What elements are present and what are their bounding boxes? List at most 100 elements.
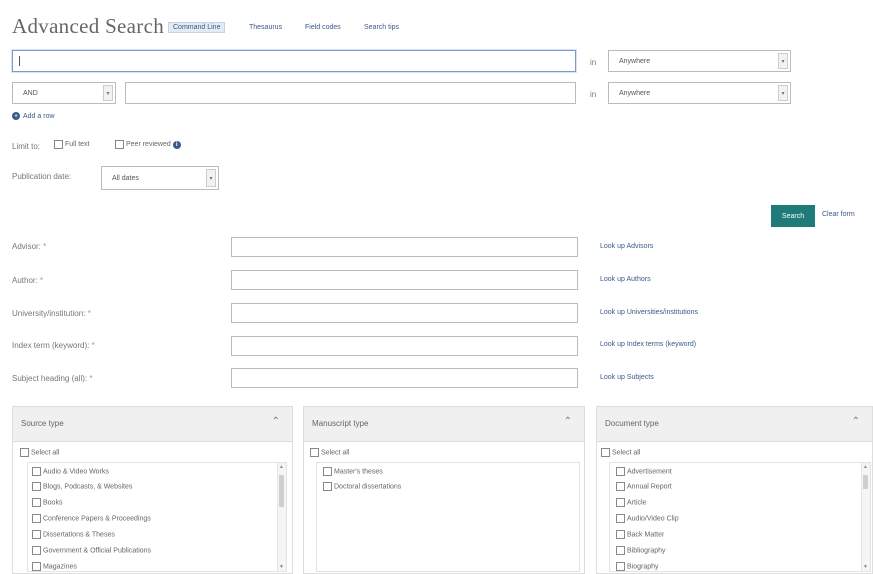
checkbox[interactable] — [616, 530, 625, 539]
document-type-list: Advertisement Annual Report Article Audi… — [609, 462, 871, 572]
manuscript-type-title: Manuscript type — [312, 419, 369, 428]
pubdate-select[interactable]: All dates ▾ — [101, 166, 219, 190]
list-item[interactable]: Biography — [616, 562, 659, 571]
chevron-up-icon[interactable]: ⌃ — [852, 416, 860, 427]
list-item[interactable]: Master's theses — [323, 467, 383, 476]
text-cursor — [19, 56, 20, 66]
list-item[interactable]: Bibliography — [616, 546, 666, 555]
list-item[interactable]: Doctoral dissertations — [323, 482, 401, 491]
source-select-all[interactable]: Select all — [20, 448, 59, 457]
peer-reviewed-option[interactable]: Peer reviewed i — [115, 140, 181, 149]
list-item[interactable]: Government & Official Publications — [32, 546, 151, 555]
scroll-up-icon[interactable]: ▲ — [279, 464, 284, 470]
checkbox[interactable] — [32, 546, 41, 555]
list-item[interactable]: Conference Papers & Proceedings — [32, 514, 151, 523]
checkbox[interactable] — [32, 562, 41, 571]
document-select-all[interactable]: Select all — [601, 448, 640, 457]
lookup-universities-link[interactable]: Look up Universities/institutions — [600, 309, 698, 316]
manuscript-type-list: Master's theses Doctoral dissertations — [316, 462, 580, 572]
checkbox[interactable] — [20, 448, 29, 457]
add-row-link[interactable]: + Add a row — [12, 112, 55, 120]
source-type-panel: Source type ⌃ Select all Audio & Video W… — [12, 406, 293, 574]
advisor-input[interactable] — [231, 237, 578, 257]
operator-select[interactable]: AND ▾ — [12, 82, 116, 104]
checkbox[interactable] — [601, 448, 610, 457]
list-item[interactable]: Annual Report — [616, 482, 672, 491]
chevron-down-icon: ▾ — [103, 85, 113, 101]
full-text-checkbox[interactable] — [54, 140, 63, 149]
author-input[interactable] — [231, 270, 578, 290]
chevron-down-icon: ▾ — [206, 169, 216, 187]
lookup-subjects-link[interactable]: Look up Subjects — [600, 374, 654, 381]
university-input[interactable] — [231, 303, 578, 323]
source-type-header[interactable]: Source type ⌃ — [13, 407, 292, 442]
checkbox[interactable] — [323, 482, 332, 491]
chevron-down-icon: ▾ — [778, 53, 788, 69]
checkbox[interactable] — [616, 514, 625, 523]
operator-value: AND — [23, 89, 38, 97]
chevron-up-icon[interactable]: ⌃ — [564, 416, 572, 427]
tab-field-codes[interactable]: Field codes — [305, 24, 341, 31]
source-type-title: Source type — [21, 419, 64, 428]
scrollbar-thumb[interactable] — [863, 475, 868, 489]
checkbox[interactable] — [32, 467, 41, 476]
search-input-2[interactable] — [125, 82, 576, 104]
list-item[interactable]: Back Matter — [616, 530, 664, 539]
checkbox[interactable] — [32, 514, 41, 523]
checkbox[interactable] — [323, 467, 332, 476]
list-item[interactable]: Dissertations & Theses — [32, 530, 115, 539]
list-item[interactable]: Advertisement — [616, 467, 672, 476]
list-item[interactable]: Audio & Video Works — [32, 467, 109, 476]
document-type-header[interactable]: Document type ⌃ — [597, 407, 872, 442]
checkbox[interactable] — [32, 498, 41, 507]
field-select-2[interactable]: Anywhere ▾ — [608, 82, 791, 104]
scroll-down-icon[interactable]: ▼ — [279, 564, 284, 570]
subject-heading-input[interactable] — [231, 368, 578, 388]
in-label-2: in — [590, 90, 597, 99]
lookup-index-terms-link[interactable]: Look up Index terms (keyword) — [600, 341, 696, 348]
field-select-value: Anywhere — [619, 89, 651, 97]
list-item[interactable]: Audio/Video Clip — [616, 514, 679, 523]
clear-form-link[interactable]: Clear form — [822, 211, 855, 218]
manuscript-type-panel: Manuscript type ⌃ Select all Master's th… — [303, 406, 585, 574]
checkbox[interactable] — [616, 467, 625, 476]
document-type-title: Document type — [605, 419, 659, 428]
full-text-option[interactable]: Full text — [54, 140, 90, 149]
add-row-label: Add a row — [23, 112, 55, 120]
peer-reviewed-label: Peer reviewed — [126, 141, 171, 148]
checkbox[interactable] — [310, 448, 319, 457]
chevron-up-icon[interactable]: ⌃ — [272, 416, 280, 427]
scroll-up-icon[interactable]: ▲ — [863, 464, 868, 470]
manuscript-select-all[interactable]: Select all — [310, 448, 349, 457]
peer-reviewed-checkbox[interactable] — [115, 140, 124, 149]
source-type-list: Audio & Video Works Blogs, Podcasts, & W… — [27, 462, 287, 572]
index-term-input[interactable] — [231, 336, 578, 356]
info-icon[interactable]: i — [172, 140, 181, 149]
scrollbar[interactable]: ▲ ▼ — [861, 463, 870, 571]
checkbox[interactable] — [616, 562, 625, 571]
index-term-label: Index term (keyword): * — [12, 341, 95, 350]
tab-thesaurus[interactable]: Thesaurus — [249, 24, 282, 31]
page-title: Advanced Search — [12, 14, 165, 38]
checkbox[interactable] — [616, 482, 625, 491]
checkbox[interactable] — [32, 482, 41, 491]
list-item[interactable]: Magazines — [32, 562, 77, 571]
tab-command-line[interactable]: Command Line — [168, 22, 226, 33]
scrollbar[interactable]: ▲ ▼ — [277, 463, 286, 571]
field-select-1[interactable]: Anywhere ▾ — [608, 50, 791, 72]
checkbox[interactable] — [616, 498, 625, 507]
manuscript-type-header[interactable]: Manuscript type ⌃ — [304, 407, 584, 442]
checkbox[interactable] — [616, 546, 625, 555]
lookup-authors-link[interactable]: Look up Authors — [600, 276, 651, 283]
list-item[interactable]: Blogs, Podcasts, & Websites — [32, 482, 132, 491]
lookup-advisors-link[interactable]: Look up Advisors — [600, 243, 653, 250]
scrollbar-thumb[interactable] — [279, 475, 284, 507]
list-item[interactable]: Article — [616, 498, 646, 507]
search-button[interactable]: Search — [771, 205, 815, 227]
list-item[interactable]: Books — [32, 498, 62, 507]
search-input-1[interactable] — [12, 50, 576, 72]
checkbox[interactable] — [32, 530, 41, 539]
tab-search-tips[interactable]: Search tips — [364, 24, 399, 31]
advisor-label: Advisor: * — [12, 242, 47, 251]
scroll-down-icon[interactable]: ▼ — [863, 564, 868, 570]
